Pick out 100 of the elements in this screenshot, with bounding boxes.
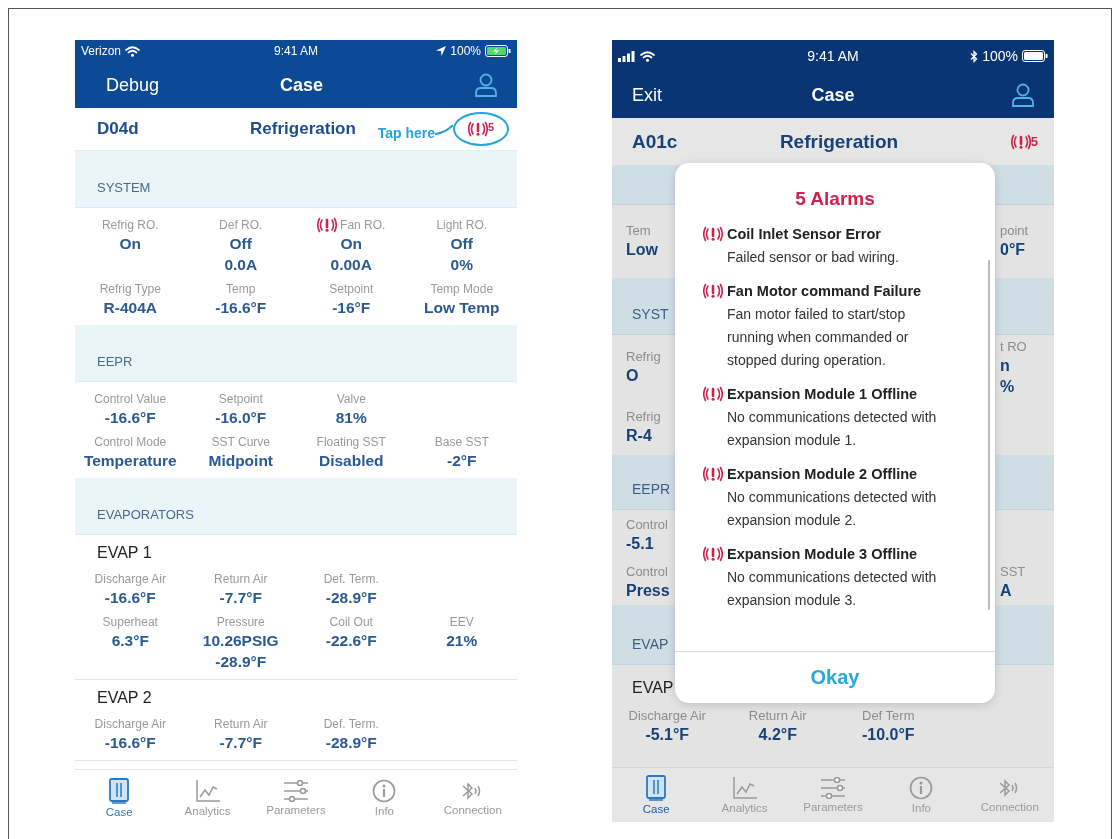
field-label: Control Value [94,391,167,407]
field-label: Def. Term. [323,571,379,587]
field-value: 21% [446,631,478,651]
field-label: SST Curve [211,434,270,450]
alarm-icon [703,283,723,299]
user-icon[interactable] [475,73,497,97]
field-value: -7.7°F [219,733,262,753]
field-label: Superheat [102,614,158,630]
field-label: Discharge Air [94,571,166,587]
battery-percent: 100% [982,48,1018,64]
refrigerator-case-icon [108,777,131,804]
field-label: Tem [626,223,652,239]
alarm-icon [703,226,723,242]
line-chart-icon [731,776,758,800]
field-value: 10.26PSIG [202,631,279,651]
status-time: 9:41 AM [273,44,318,58]
field-value: Disabled [318,451,384,471]
scrollbar[interactable] [988,260,990,610]
alarm-description: Failed sensor or bad wiring. [727,248,900,267]
alarm-button[interactable]: 5 [1004,132,1046,151]
field-value: -16.6°F [215,298,267,318]
field-value: R-4 [626,426,653,446]
field-value: -28.9°F [215,652,267,672]
case-title: Refrigeration [250,119,356,139]
signal-icon [618,50,636,62]
tab[interactable]: Analytics [163,770,252,825]
field-value: A [1000,581,1013,601]
dialog-title: 5 Alarms [794,187,876,211]
user-icon[interactable] [1012,83,1034,107]
callout-text: Tap here [377,125,435,141]
field-label: Pressure [216,614,265,630]
alarm-description: Fan motor failed to start/stop running when commanded or stopped during operation. [727,305,910,370]
section-header: EEPR [75,325,517,382]
field-value: -16.6°F [104,588,156,608]
tab[interactable]: Case [612,768,701,822]
group-title: EVAP [631,679,675,698]
field-value: % [1000,376,1016,397]
status-time: 9:41 AM [807,48,859,64]
field-label: Def Term [862,708,915,724]
case-title: Refrigeration [779,130,899,153]
field-value: -16.6°F [104,408,156,428]
field-value: -5.1°F [645,725,690,745]
tab[interactable]: Parameters [788,768,878,822]
field-value: 4.2°F [758,725,797,745]
alarm-title: Expansion Module 3 Offline [727,545,919,564]
field-value: O [626,366,640,386]
field-label: Discharge Air [94,716,166,732]
field-label: SST [1000,564,1027,580]
field-value: R-404A [103,298,157,318]
section-title: SYST [631,306,670,324]
case-id: A01c [632,130,678,153]
okay-button[interactable]: Okay [675,651,995,703]
nav-back-button[interactable]: Exit [632,84,662,106]
field-value: On [119,234,141,254]
field-value: Low [626,240,659,260]
refrigerator-case-icon [645,775,668,801]
group-title: EVAP 2 [96,688,153,708]
field-value: -16.6°F [104,733,156,753]
field-value: On [340,234,362,254]
field-value: -5.1 [626,533,655,554]
tab[interactable]: Parameters [251,770,341,825]
field-label: Setpoint [218,391,263,407]
alarm-title: Expansion Module 2 Offline [727,465,919,484]
alarm-button[interactable]: 5 [453,112,509,146]
tab[interactable]: Analytics [700,768,789,822]
group-title: EVAP 1 [96,543,153,563]
field-value: 0.00A [330,255,372,275]
field-label: Valve [336,391,366,407]
field-value: -7.7°F [219,588,262,608]
tab[interactable]: Info [340,770,429,825]
tab[interactable]: Info [877,768,966,822]
tab[interactable]: Case [75,770,164,825]
location-arrow-icon [436,46,447,56]
field-label: Return Air [214,716,268,732]
alarm-title: Fan Motor command Failure [727,282,923,301]
field-value: n [1000,355,1011,376]
field-label: Temp Mode [430,281,494,297]
tab[interactable]: Connection [428,770,517,825]
alarm-title: Coil Inlet Sensor Error [727,225,882,244]
nav-back-button[interactable]: Debug [106,74,160,96]
sliders-icon [283,779,309,802]
nav-title: Case [280,74,323,96]
wifi-icon [125,45,141,57]
alarm-icon [1010,133,1031,150]
battery-percent: 100% [450,44,481,58]
field-value: -22.6°F [325,631,377,651]
alarm-description: No communications detected with expansion module 3. [727,568,938,610]
alarm-icon [703,386,723,402]
field-label: Floating SST [316,434,386,450]
field-value: -2°F [447,451,477,471]
field-label: Temp [226,281,256,297]
tab[interactable]: Connection [965,768,1054,822]
info-icon [372,778,397,803]
field-value: Low Temp [424,298,500,318]
field-label: Control [626,516,669,533]
field-value: 0.0A [224,255,258,275]
leader-line [435,122,453,136]
field-label: Def RO. [219,217,263,233]
section-title: EVAP [631,636,670,654]
alarm-count: 5 [1030,133,1038,149]
